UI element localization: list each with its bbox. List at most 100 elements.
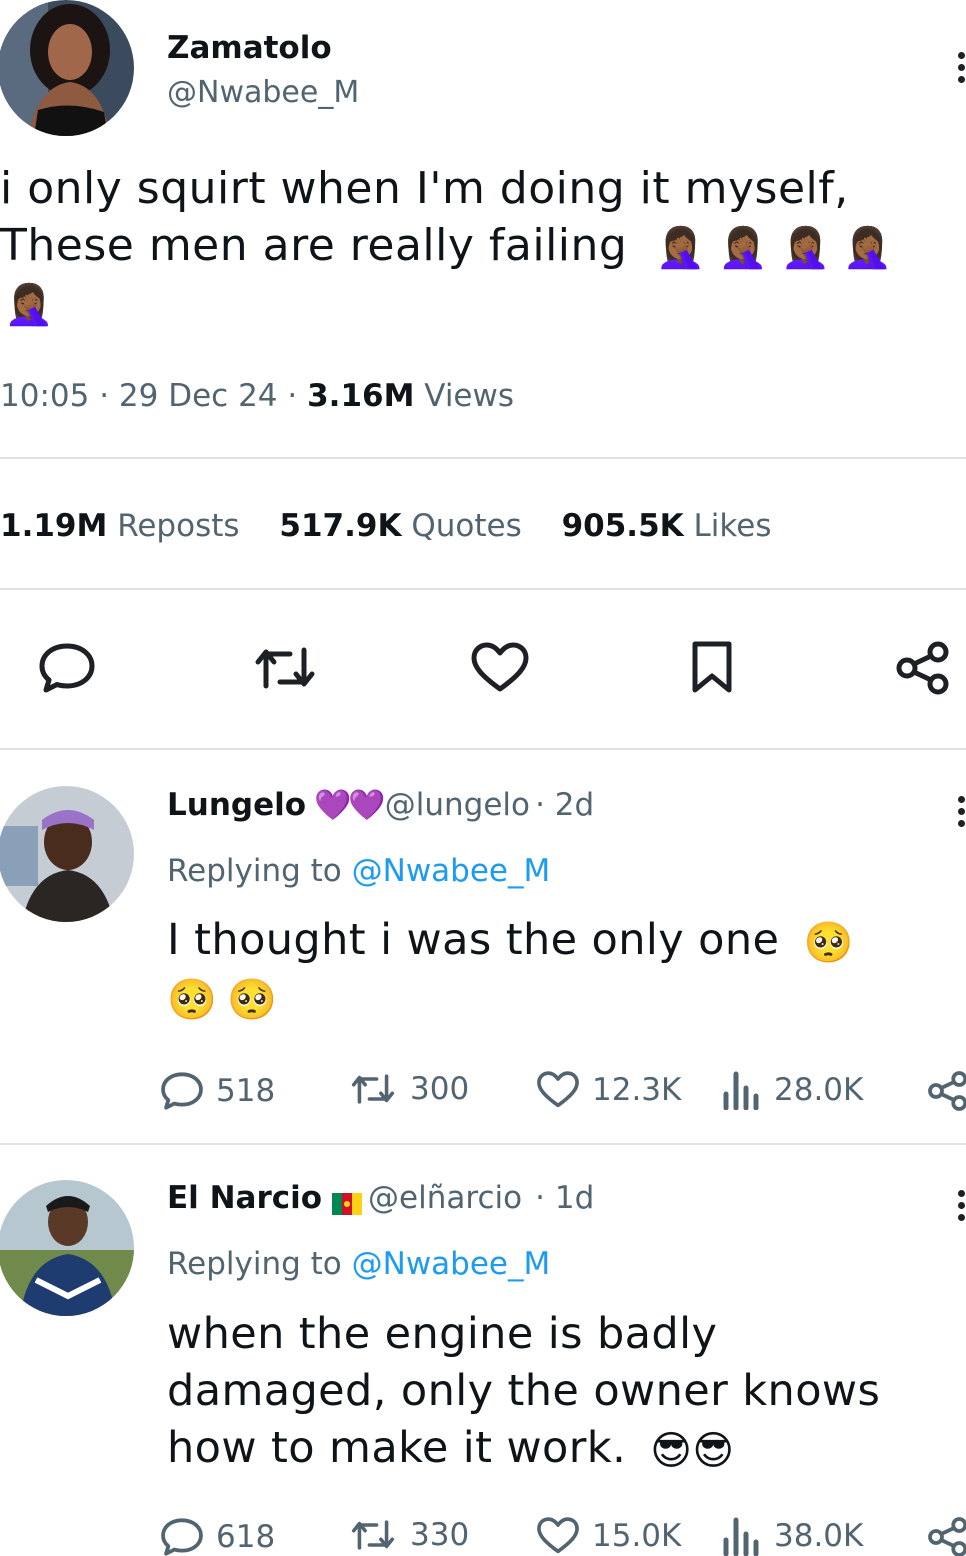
- tweet-stats: 1.19M Reposts 517.9K Quotes 905.5K Likes: [0, 508, 772, 544]
- reply-button[interactable]: 618: [160, 1516, 275, 1556]
- share-icon: [928, 1517, 966, 1556]
- reply-age: · 1d: [535, 1180, 595, 1216]
- like-icon: [537, 1517, 579, 1554]
- replying-mention[interactable]: @Nwabee_M: [352, 853, 551, 889]
- replying-to: Replying to @Nwabee_M: [167, 853, 550, 889]
- share-icon: [928, 1071, 966, 1111]
- quotes-stat[interactable]: 517.9K Quotes: [279, 508, 521, 544]
- views-icon: [723, 1517, 759, 1556]
- reply-text-content: I thought i was the only one: [167, 915, 780, 965]
- like-button[interactable]: 15.0K: [536, 1516, 681, 1556]
- reply-action-bar: 618 330 15.0K 38.0K: [160, 1516, 966, 1556]
- share-button[interactable]: [926, 1516, 966, 1556]
- reposts-stat[interactable]: 1.19M Reposts: [0, 508, 240, 544]
- views-icon: [723, 1071, 759, 1110]
- likes-count: 905.5K: [561, 508, 684, 544]
- more-icon[interactable]: [958, 52, 966, 88]
- divider: [0, 588, 966, 590]
- replying-to: Replying to @Nwabee_M: [167, 1246, 550, 1282]
- more-icon[interactable]: [958, 796, 966, 832]
- reply-author-name[interactable]: El Narcio: [167, 1180, 322, 1216]
- quotes-count: 517.9K: [279, 508, 402, 544]
- tweet-text: i only squirt when I'm doing it myself, …: [0, 160, 960, 331]
- bookmark-icon[interactable]: [690, 640, 734, 696]
- reply-age: · 2d: [535, 787, 595, 823]
- purple-heart-emoji: 💜💜: [314, 788, 386, 823]
- replying-label: Replying to: [167, 1246, 342, 1282]
- repost-icon: [351, 1520, 395, 1550]
- views-label: Views: [424, 378, 515, 414]
- facepalm-emoji: 🤦🏾‍♀️: [655, 225, 707, 271]
- reply-author-name[interactable]: Lungelo: [167, 787, 306, 823]
- pleading-face-emoji: 🥺: [167, 976, 218, 1023]
- reply-avatar[interactable]: [0, 1180, 134, 1316]
- repost-icon: [351, 1074, 395, 1104]
- tweet-time[interactable]: 10:05: [0, 378, 89, 414]
- repost-button[interactable]: 300: [348, 1070, 469, 1108]
- cameroon-flag-icon: [332, 1192, 363, 1215]
- tweet-text-line3: 🤦🏾‍♀️: [0, 274, 960, 331]
- reply-header: Lungelo 💜💜@lungelo · 2d: [167, 787, 594, 823]
- reply-icon: [161, 1072, 203, 1110]
- repost-count: 330: [410, 1517, 470, 1553]
- likes-stat[interactable]: 905.5K Likes: [562, 508, 772, 544]
- views-count: 38.0K: [774, 1518, 864, 1554]
- meta-separator: ·: [287, 378, 298, 414]
- views-count: 28.0K: [774, 1072, 864, 1108]
- repost-count: 300: [410, 1071, 470, 1107]
- divider: [0, 748, 966, 750]
- reply-count: 618: [216, 1519, 276, 1555]
- repost-icon[interactable]: [250, 642, 320, 694]
- tweet-text-line1: i only squirt when I'm doing it myself,: [0, 163, 849, 214]
- tweet-date[interactable]: 29 Dec 24: [119, 378, 278, 414]
- tweet-text-line2-text: These men are really failing: [0, 220, 628, 271]
- author-name[interactable]: Zamatolo: [167, 30, 332, 66]
- tweet-text-line2: These men are really failing 🤦🏾‍♀️ 🤦🏾‍♀️ 🤦…: [0, 217, 960, 274]
- like-count: 12.3K: [592, 1072, 682, 1108]
- repost-button[interactable]: 330: [348, 1516, 469, 1554]
- reply-action-bar: 518 300 12.3K 28.0K: [160, 1070, 966, 1120]
- like-icon: [537, 1071, 579, 1108]
- divider: [0, 457, 966, 459]
- facepalm-emoji: 🤦🏾‍♀️: [842, 225, 894, 271]
- more-icon[interactable]: [958, 1190, 966, 1226]
- like-icon[interactable]: [470, 642, 530, 694]
- sunglasses-emoji: 😎: [692, 1427, 735, 1474]
- reply-text-line1: when the engine is badly: [167, 1309, 718, 1359]
- like-button[interactable]: 12.3K: [536, 1070, 681, 1110]
- pleading-face-emoji: 🥺: [803, 919, 854, 966]
- views-button[interactable]: 38.0K: [722, 1516, 863, 1556]
- divider: [0, 1143, 966, 1145]
- reply-button[interactable]: 518: [160, 1070, 275, 1112]
- reply-text-line3-text: how to make it work.: [167, 1423, 627, 1473]
- reply-text: I thought i was the only one 🥺 🥺 🥺: [167, 912, 957, 1026]
- reply-text: when the engine is badly damaged, only t…: [167, 1306, 957, 1477]
- reply-author-handle[interactable]: @lungelo: [385, 787, 530, 823]
- reply-text-line1: I thought i was the only one 🥺: [167, 912, 957, 969]
- tweet-meta: 10:05 · 29 Dec 24 · 3.16M Views: [0, 378, 514, 414]
- author-avatar[interactable]: [0, 0, 134, 136]
- author-handle[interactable]: @Nwabee_M: [167, 75, 359, 110]
- views-count: 3.16M: [307, 378, 415, 414]
- replying-label: Replying to: [167, 853, 342, 889]
- reply-author-handle[interactable]: @elñarcio: [368, 1180, 522, 1216]
- share-icon[interactable]: [894, 640, 952, 696]
- quotes-label: Quotes: [411, 508, 522, 544]
- replying-mention[interactable]: @Nwabee_M: [352, 1246, 551, 1282]
- facepalm-emoji: 🤦🏾‍♀️: [718, 225, 769, 271]
- facepalm-emoji: 🤦🏾‍♀️: [4, 282, 55, 328]
- views-button[interactable]: 28.0K: [722, 1070, 863, 1110]
- reply-icon: [161, 1518, 203, 1556]
- reply-icon[interactable]: [38, 642, 96, 694]
- reposts-count: 1.19M: [0, 508, 108, 544]
- reply-text-line2: 🥺 🥺: [167, 969, 957, 1026]
- meta-separator: ·: [99, 378, 110, 414]
- reply-count: 518: [216, 1073, 276, 1109]
- reply-text-line2: damaged, only the owner knows: [167, 1366, 881, 1416]
- like-count: 15.0K: [592, 1518, 682, 1554]
- share-button[interactable]: [926, 1070, 966, 1112]
- pleading-face-emoji: 🥺: [227, 976, 278, 1023]
- reposts-label: Reposts: [117, 508, 240, 544]
- reply-avatar[interactable]: [0, 786, 134, 922]
- facepalm-emoji: 🤦🏾‍♀️: [780, 225, 831, 271]
